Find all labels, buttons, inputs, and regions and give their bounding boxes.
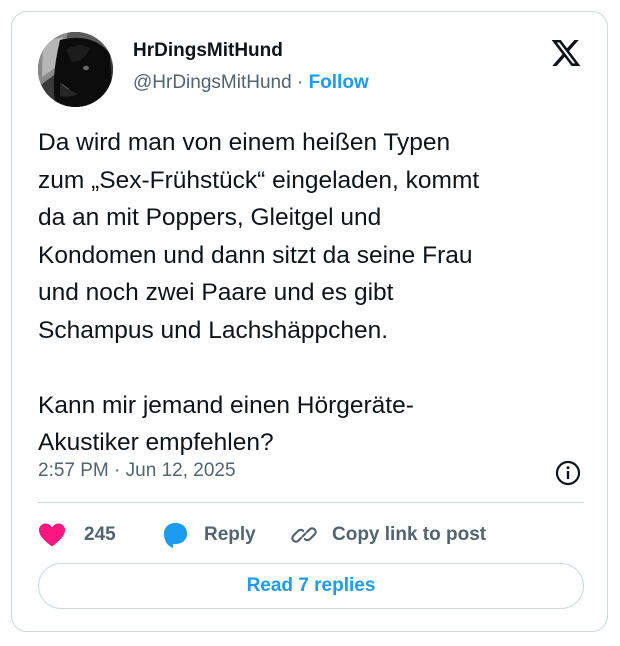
post-date: Jun 12, 2025 xyxy=(125,460,236,481)
author-handle[interactable]: @HrDingsMitHund xyxy=(133,72,292,93)
like-button[interactable]: 245 xyxy=(38,518,116,552)
date-separator: · xyxy=(114,460,121,481)
reply-button[interactable]: Reply xyxy=(160,518,256,552)
post-text: Da wird man von einem heißen Typen zum „… xyxy=(38,129,480,456)
avatar[interactable] xyxy=(38,32,113,107)
post-time: 2:57 PM xyxy=(38,460,109,481)
info-icon[interactable] xyxy=(555,460,581,486)
copy-link-button[interactable]: Copy link to post xyxy=(290,518,486,552)
heart-icon xyxy=(39,523,65,547)
dog-photo xyxy=(38,32,113,107)
x-logo-icon[interactable] xyxy=(549,37,583,69)
follow-button[interactable]: Follow xyxy=(309,72,369,93)
reply-label: Reply xyxy=(204,524,256,545)
author-display-name[interactable]: HrDingsMitHund xyxy=(133,40,283,62)
link-icon xyxy=(291,527,317,543)
speech-bubble-icon xyxy=(164,523,187,548)
post-timestamp[interactable]: 2:57 PM · Jun 12, 2025 xyxy=(38,460,236,482)
embedded-post-card: HrDingsMitHund @HrDingsMitHund · Follow … xyxy=(11,11,608,632)
copy-link-label: Copy link to post xyxy=(332,524,487,545)
like-count: 245 xyxy=(84,524,116,545)
read-replies-button[interactable]: Read 7 replies xyxy=(38,563,584,609)
author-handle-row: @HrDingsMitHund · Follow xyxy=(133,72,369,94)
handle-separator: · xyxy=(296,72,304,93)
divider xyxy=(38,502,584,503)
